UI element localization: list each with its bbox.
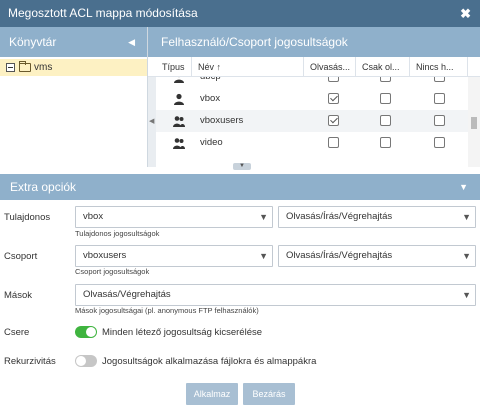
vertical-scrollbar[interactable] (468, 77, 480, 167)
row-name: vboxusers (200, 115, 244, 126)
directory-panel: Könyvtár ◀ vms (0, 27, 148, 167)
collapse-extra-icon[interactable]: ▼ (459, 174, 468, 200)
folder-icon (19, 61, 31, 72)
replace-toggle-text: Minden létező jogosultság kicserélése (102, 327, 263, 338)
others-permission-value: Olvasás/Végrehajtás (83, 289, 171, 300)
collapse-tree-icon[interactable] (6, 63, 15, 72)
permissions-panel: Felhasználó/Csoport jogosultságok Típus … (148, 27, 480, 170)
read-checkbox[interactable] (328, 115, 339, 126)
toggle-knob (86, 327, 96, 337)
read-checkbox[interactable] (328, 137, 339, 148)
column-header-noaccess[interactable]: Nincs h... (410, 57, 468, 77)
chevron-down-icon: ▼ (462, 251, 471, 261)
extra-options-title: Extra opciók (10, 180, 77, 194)
chevron-down-icon: ▼ (259, 212, 268, 222)
noaccess-checkbox[interactable] (434, 137, 445, 148)
noaccess-checkbox[interactable] (434, 93, 445, 104)
permissions-column-headers: Típus Név ↑ Olvasás... Csak ol... Nincs … (148, 57, 480, 77)
owner-select-value: vbox (83, 211, 104, 222)
dialog-footer: Alkalmaz Bezárás (0, 379, 480, 408)
user-icon (173, 93, 185, 105)
table-row[interactable]: dbcp (156, 77, 468, 88)
recursive-toggle[interactable] (75, 355, 97, 367)
expand-down-icon[interactable]: ▼ (233, 163, 251, 170)
user-icon (173, 77, 185, 83)
sort-ascending-icon: ↑ (216, 62, 222, 72)
owner-permission-value: Olvasás/Írás/Végrehajtás (286, 211, 393, 222)
chevron-down-icon: ▼ (259, 251, 268, 261)
column-header-name[interactable]: Név ↑ (192, 57, 304, 77)
noaccess-checkbox[interactable] (434, 115, 445, 126)
toggle-knob (76, 356, 86, 366)
noaccess-checkbox[interactable] (434, 77, 445, 82)
readonly-checkbox[interactable] (380, 77, 391, 82)
owner-select[interactable]: vbox ▼ (75, 206, 273, 228)
replace-toggle[interactable] (75, 326, 97, 338)
group-icon (173, 115, 185, 127)
owner-permission-select[interactable]: Olvasás/Írás/Végrehajtás ▼ (278, 206, 476, 228)
table-row[interactable]: vbox (156, 88, 468, 110)
tree-item-vms[interactable]: vms (0, 59, 147, 76)
close-button[interactable]: Bezárás (243, 383, 295, 405)
table-row[interactable]: vboxusers (156, 110, 468, 132)
column-header-read[interactable]: Olvasás... (304, 57, 356, 77)
extra-options-header[interactable]: Extra opciók ▼ (0, 174, 480, 200)
apply-button[interactable]: Alkalmaz (186, 383, 238, 405)
owner-hint: Tulajdonos jogosultságok (75, 229, 160, 238)
others-permission-select[interactable]: Olvasás/Végrehajtás ▼ (75, 284, 476, 306)
directory-panel-header: Könyvtár ◀ (0, 27, 147, 57)
chevron-down-icon: ▼ (462, 212, 471, 222)
recursive-toggle-text: Jogosultságok alkalmazása fájlokra és al… (102, 356, 317, 367)
permissions-rows: dbcp vbox vboxusers video (148, 77, 468, 167)
directory-panel-title: Könyvtár (9, 35, 57, 49)
group-permission-value: Olvasás/Írás/Végrehajtás (286, 250, 393, 261)
group-permission-select[interactable]: Olvasás/Írás/Végrehajtás ▼ (278, 245, 476, 267)
table-row[interactable]: video (156, 132, 468, 154)
collapse-left-icon[interactable]: ◀ (128, 27, 135, 57)
readonly-checkbox[interactable] (380, 93, 391, 104)
recursive-label: Rekurzivitás (4, 356, 56, 367)
group-label: Csoport (4, 251, 38, 262)
column-header-type[interactable]: Típus (156, 57, 192, 77)
permissions-panel-header: Felhasználó/Csoport jogosultságok (148, 27, 480, 57)
others-label: Mások (4, 290, 32, 301)
permissions-panel-title: Felhasználó/Csoport jogosultságok (161, 35, 348, 49)
row-name: video (200, 137, 223, 148)
readonly-checkbox[interactable] (380, 137, 391, 148)
read-checkbox[interactable] (328, 77, 339, 82)
replace-label: Csere (4, 327, 30, 338)
others-hint: Mások jogosultságai (pl. anonymous FTP f… (75, 306, 259, 315)
readonly-checkbox[interactable] (380, 115, 391, 126)
row-name: vbox (200, 93, 221, 104)
owner-label: Tulajdonos (4, 212, 51, 223)
group-select-value: vboxusers (83, 250, 127, 261)
read-checkbox[interactable] (328, 93, 339, 104)
group-select[interactable]: vboxusers ▼ (75, 245, 273, 267)
scrollbar-thumb[interactable] (471, 117, 477, 129)
dialog-title: Megosztott ACL mappa módosítása (8, 6, 198, 20)
tree-item-label: vms (34, 62, 53, 73)
dialog-titlebar: Megosztott ACL mappa módosítása ✖ (0, 0, 480, 27)
group-icon (173, 137, 185, 149)
row-name: dbcp (200, 77, 221, 82)
chevron-down-icon: ▼ (462, 290, 471, 300)
group-hint: Csoport jogosultságok (75, 267, 150, 276)
column-header-readonly[interactable]: Csak ol... (356, 57, 410, 77)
close-icon[interactable]: ✖ (460, 0, 471, 27)
